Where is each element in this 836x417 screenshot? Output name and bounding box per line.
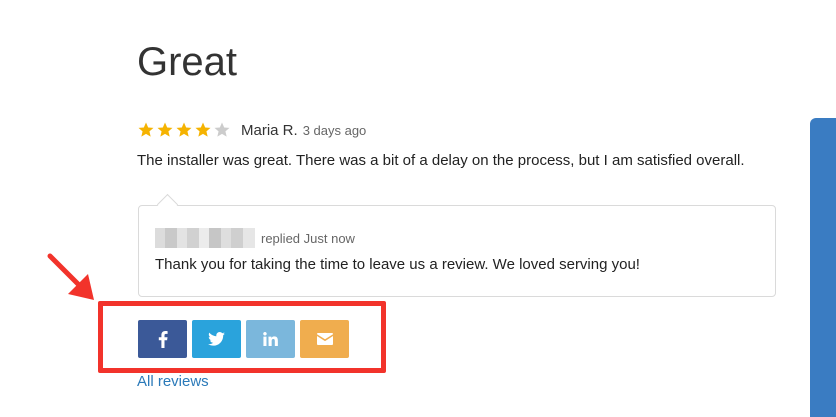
red-arrow-icon (47, 253, 94, 300)
all-reviews-link[interactable]: All reviews (137, 373, 209, 390)
review-body: The installer was great. There was a bit… (137, 152, 745, 169)
email-icon (316, 333, 333, 345)
reply-body: Thank you for taking the time to leave u… (155, 256, 640, 273)
twitter-icon (208, 332, 225, 346)
star-rating (137, 121, 232, 139)
email-share-button[interactable] (300, 320, 349, 358)
review-meta: Maria R. 3 days ago (137, 120, 366, 140)
star-icon (157, 122, 173, 137)
star-icon (195, 122, 211, 137)
side-panel-tab[interactable] (810, 118, 836, 417)
twitter-share-button[interactable] (192, 320, 241, 358)
review-page: Great Maria R. 3 days ago The installer … (0, 0, 836, 417)
review-author: Maria R. (241, 121, 298, 139)
star-icon (176, 122, 192, 137)
star-icon (138, 122, 154, 137)
review-timestamp: 3 days ago (302, 122, 367, 138)
review-title: Great (137, 40, 238, 84)
reply-box: replied Just now Thank you for taking th… (138, 205, 776, 297)
facebook-icon (158, 330, 168, 348)
share-buttons (138, 320, 354, 358)
reply-meta: replied Just now (261, 230, 355, 246)
reply-header: replied Just now (155, 228, 355, 248)
facebook-share-button[interactable] (138, 320, 187, 358)
redacted-name (155, 228, 255, 248)
star-icon (214, 122, 230, 137)
linkedin-icon (263, 332, 278, 346)
linkedin-share-button[interactable] (246, 320, 295, 358)
